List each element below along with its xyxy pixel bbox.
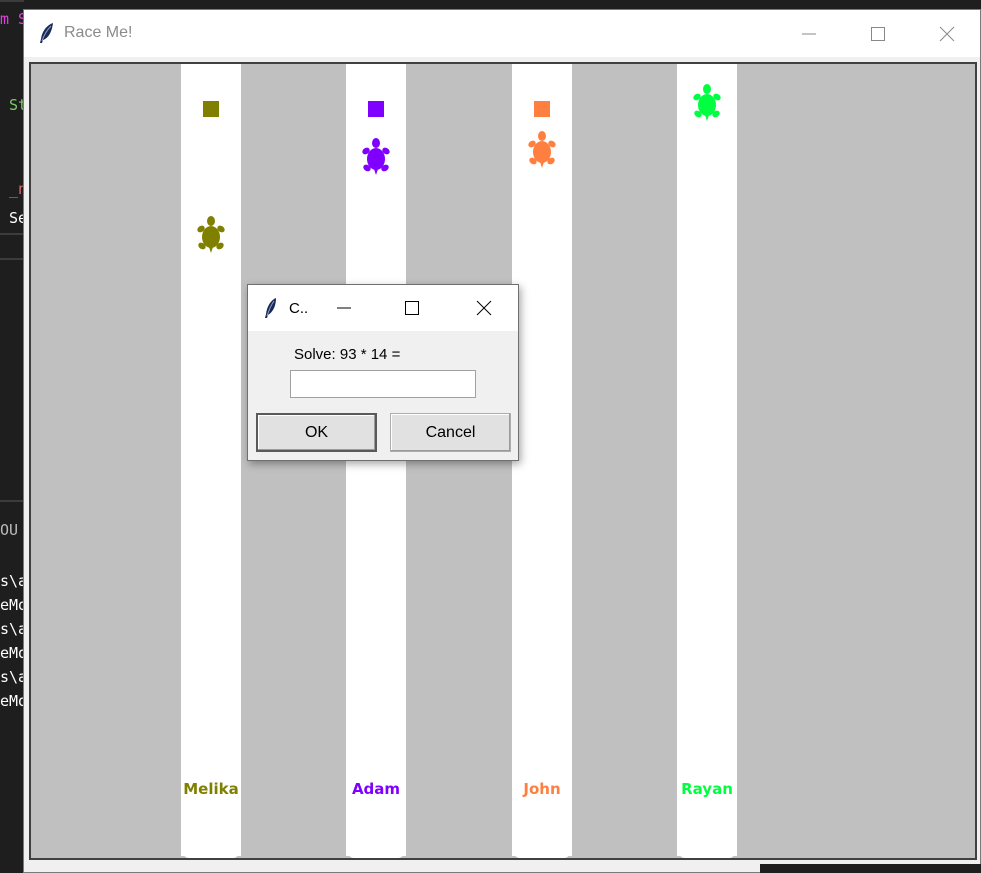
finish-flag-melika: [203, 101, 219, 117]
lane-melika: [181, 64, 241, 858]
question-prompt: Solve: 93 * 14 =: [294, 346, 401, 363]
race-canvas: Melika Adam John Rayan: [29, 62, 977, 860]
dialog-minimize-button[interactable]: [314, 285, 374, 331]
finish-flag-john: [534, 101, 550, 117]
editor-separator: [0, 500, 24, 502]
editor-top-border: [0, 0, 24, 2]
minimize-icon: [337, 307, 351, 309]
window-title: Race Me!: [64, 24, 133, 41]
minimize-icon: [802, 33, 816, 34]
math-question-dialog: C.. Solve: 93 * 14 = OK Cancel: [247, 284, 519, 461]
maximize-button[interactable]: [845, 10, 911, 57]
status-bar-fragment: [760, 864, 981, 873]
editor-separator: [0, 258, 24, 260]
racer-label-rayan: Rayan: [681, 780, 733, 798]
lane-rayan: [677, 64, 737, 858]
feather-icon: [40, 23, 53, 43]
editor-text-fragment: OU: [0, 521, 19, 539]
background-editor: [0, 0, 24, 873]
finish-flag-adam: [368, 101, 384, 117]
turtle-icon: [692, 84, 722, 121]
close-button[interactable]: [914, 10, 980, 57]
close-icon: [476, 300, 492, 316]
dialog-titlebar[interactable]: C..: [248, 285, 518, 331]
maximize-icon: [871, 26, 885, 41]
window-titlebar[interactable]: Race Me!: [24, 10, 980, 57]
turtle-icon: [361, 138, 391, 175]
cancel-button[interactable]: Cancel: [390, 413, 511, 452]
dialog-maximize-button[interactable]: [382, 285, 442, 331]
minimize-button[interactable]: [776, 10, 842, 57]
lane-john: [512, 64, 572, 858]
racer-label-john: John: [523, 780, 561, 798]
racer-label-melika: Melika: [183, 780, 239, 798]
dialog-close-button[interactable]: [454, 285, 514, 331]
turtle-icon: [527, 131, 557, 168]
feather-icon: [265, 298, 276, 318]
maximize-icon: [405, 301, 419, 315]
ok-button[interactable]: OK: [256, 413, 377, 452]
close-icon: [939, 26, 955, 41]
racer-label-adam: Adam: [351, 780, 401, 798]
turtle-icon: [196, 216, 226, 253]
answer-input[interactable]: [290, 370, 476, 398]
dialog-title: C..: [289, 300, 309, 317]
editor-separator: [0, 233, 24, 235]
